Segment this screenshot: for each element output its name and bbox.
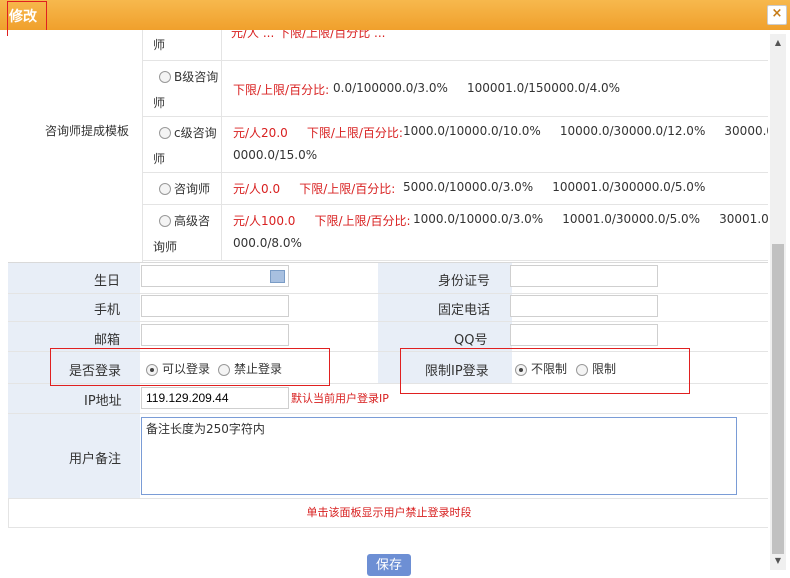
list-item: c级咨询 师 元/人20.0 下限/上限/百分比: 1000.0/10000.0… (143, 116, 768, 173)
idcard-label: 身份证号 (438, 274, 491, 289)
panel-hint: 单击该面板显示用户禁止登录时段 (306, 506, 472, 519)
scroll-down-icon[interactable]: ▼ (770, 554, 786, 568)
qq-input[interactable] (510, 324, 658, 346)
highlight-box-login (50, 348, 330, 386)
mobile-input[interactable] (141, 295, 289, 317)
dialog-content: 咨询师提成模板 师 元/人 ... 下限/上限/百分比 ... B级咨询 师 下… (8, 30, 768, 576)
ip-input[interactable] (141, 387, 289, 409)
email-label: 邮箱 (94, 333, 121, 348)
remark-textarea[interactable]: 备注长度为250字符内 (141, 417, 737, 495)
grade-radio-b[interactable] (159, 71, 171, 83)
grade-radio-senior[interactable] (159, 215, 171, 227)
phone-label: 固定电话 (438, 303, 491, 318)
highlight-box-ip (400, 348, 690, 394)
list-item: 师 元/人 ... 下限/上限/百分比 ... (143, 30, 768, 61)
save-button[interactable]: 保存 (367, 554, 411, 576)
email-input[interactable] (141, 324, 289, 346)
birthday-label: 生日 (94, 274, 121, 289)
ip-label: IP地址 (84, 394, 122, 409)
close-icon[interactable]: × (767, 5, 787, 25)
phone-input[interactable] (510, 295, 658, 317)
mobile-label: 手机 (94, 303, 121, 318)
commission-section: 咨询师提成模板 师 元/人 ... 下限/上限/百分比 ... B级咨询 师 下… (8, 30, 768, 262)
list-item: 高级咨 询师 元/人100.0 下限/上限/百分比: 1000.0/10000.… (143, 204, 768, 261)
scrollbar[interactable]: ▲ ▼ (770, 34, 786, 570)
list-item: B级咨询 师 下限/上限/百分比: 0.0/100000.0/3.0% 1000… (143, 60, 768, 117)
grade-radio-c[interactable] (159, 127, 171, 139)
ip-hint: 默认当前用户登录IP (291, 392, 389, 405)
commission-label: 咨询师提成模板 (45, 124, 130, 138)
grade-radio-consultant[interactable] (159, 183, 171, 195)
calendar-icon[interactable] (270, 270, 285, 283)
idcard-input[interactable] (510, 265, 658, 287)
qq-label: QQ号 (454, 333, 488, 348)
login-period-panel[interactable]: 单击该面板显示用户禁止登录时段 (8, 498, 768, 528)
scroll-up-icon[interactable]: ▲ (770, 36, 786, 50)
dialog-titlebar: 修改 × (0, 0, 790, 30)
grade-list: 师 元/人 ... 下限/上限/百分比 ... B级咨询 师 下限/上限/百分比… (142, 30, 768, 262)
birthday-input[interactable] (141, 265, 289, 287)
scroll-thumb[interactable] (772, 244, 784, 554)
list-item: 咨询师 元/人0.0 下限/上限/百分比: 5000.0/10000.0/3.0… (143, 172, 768, 205)
remark-label: 用户备注 (69, 452, 122, 467)
